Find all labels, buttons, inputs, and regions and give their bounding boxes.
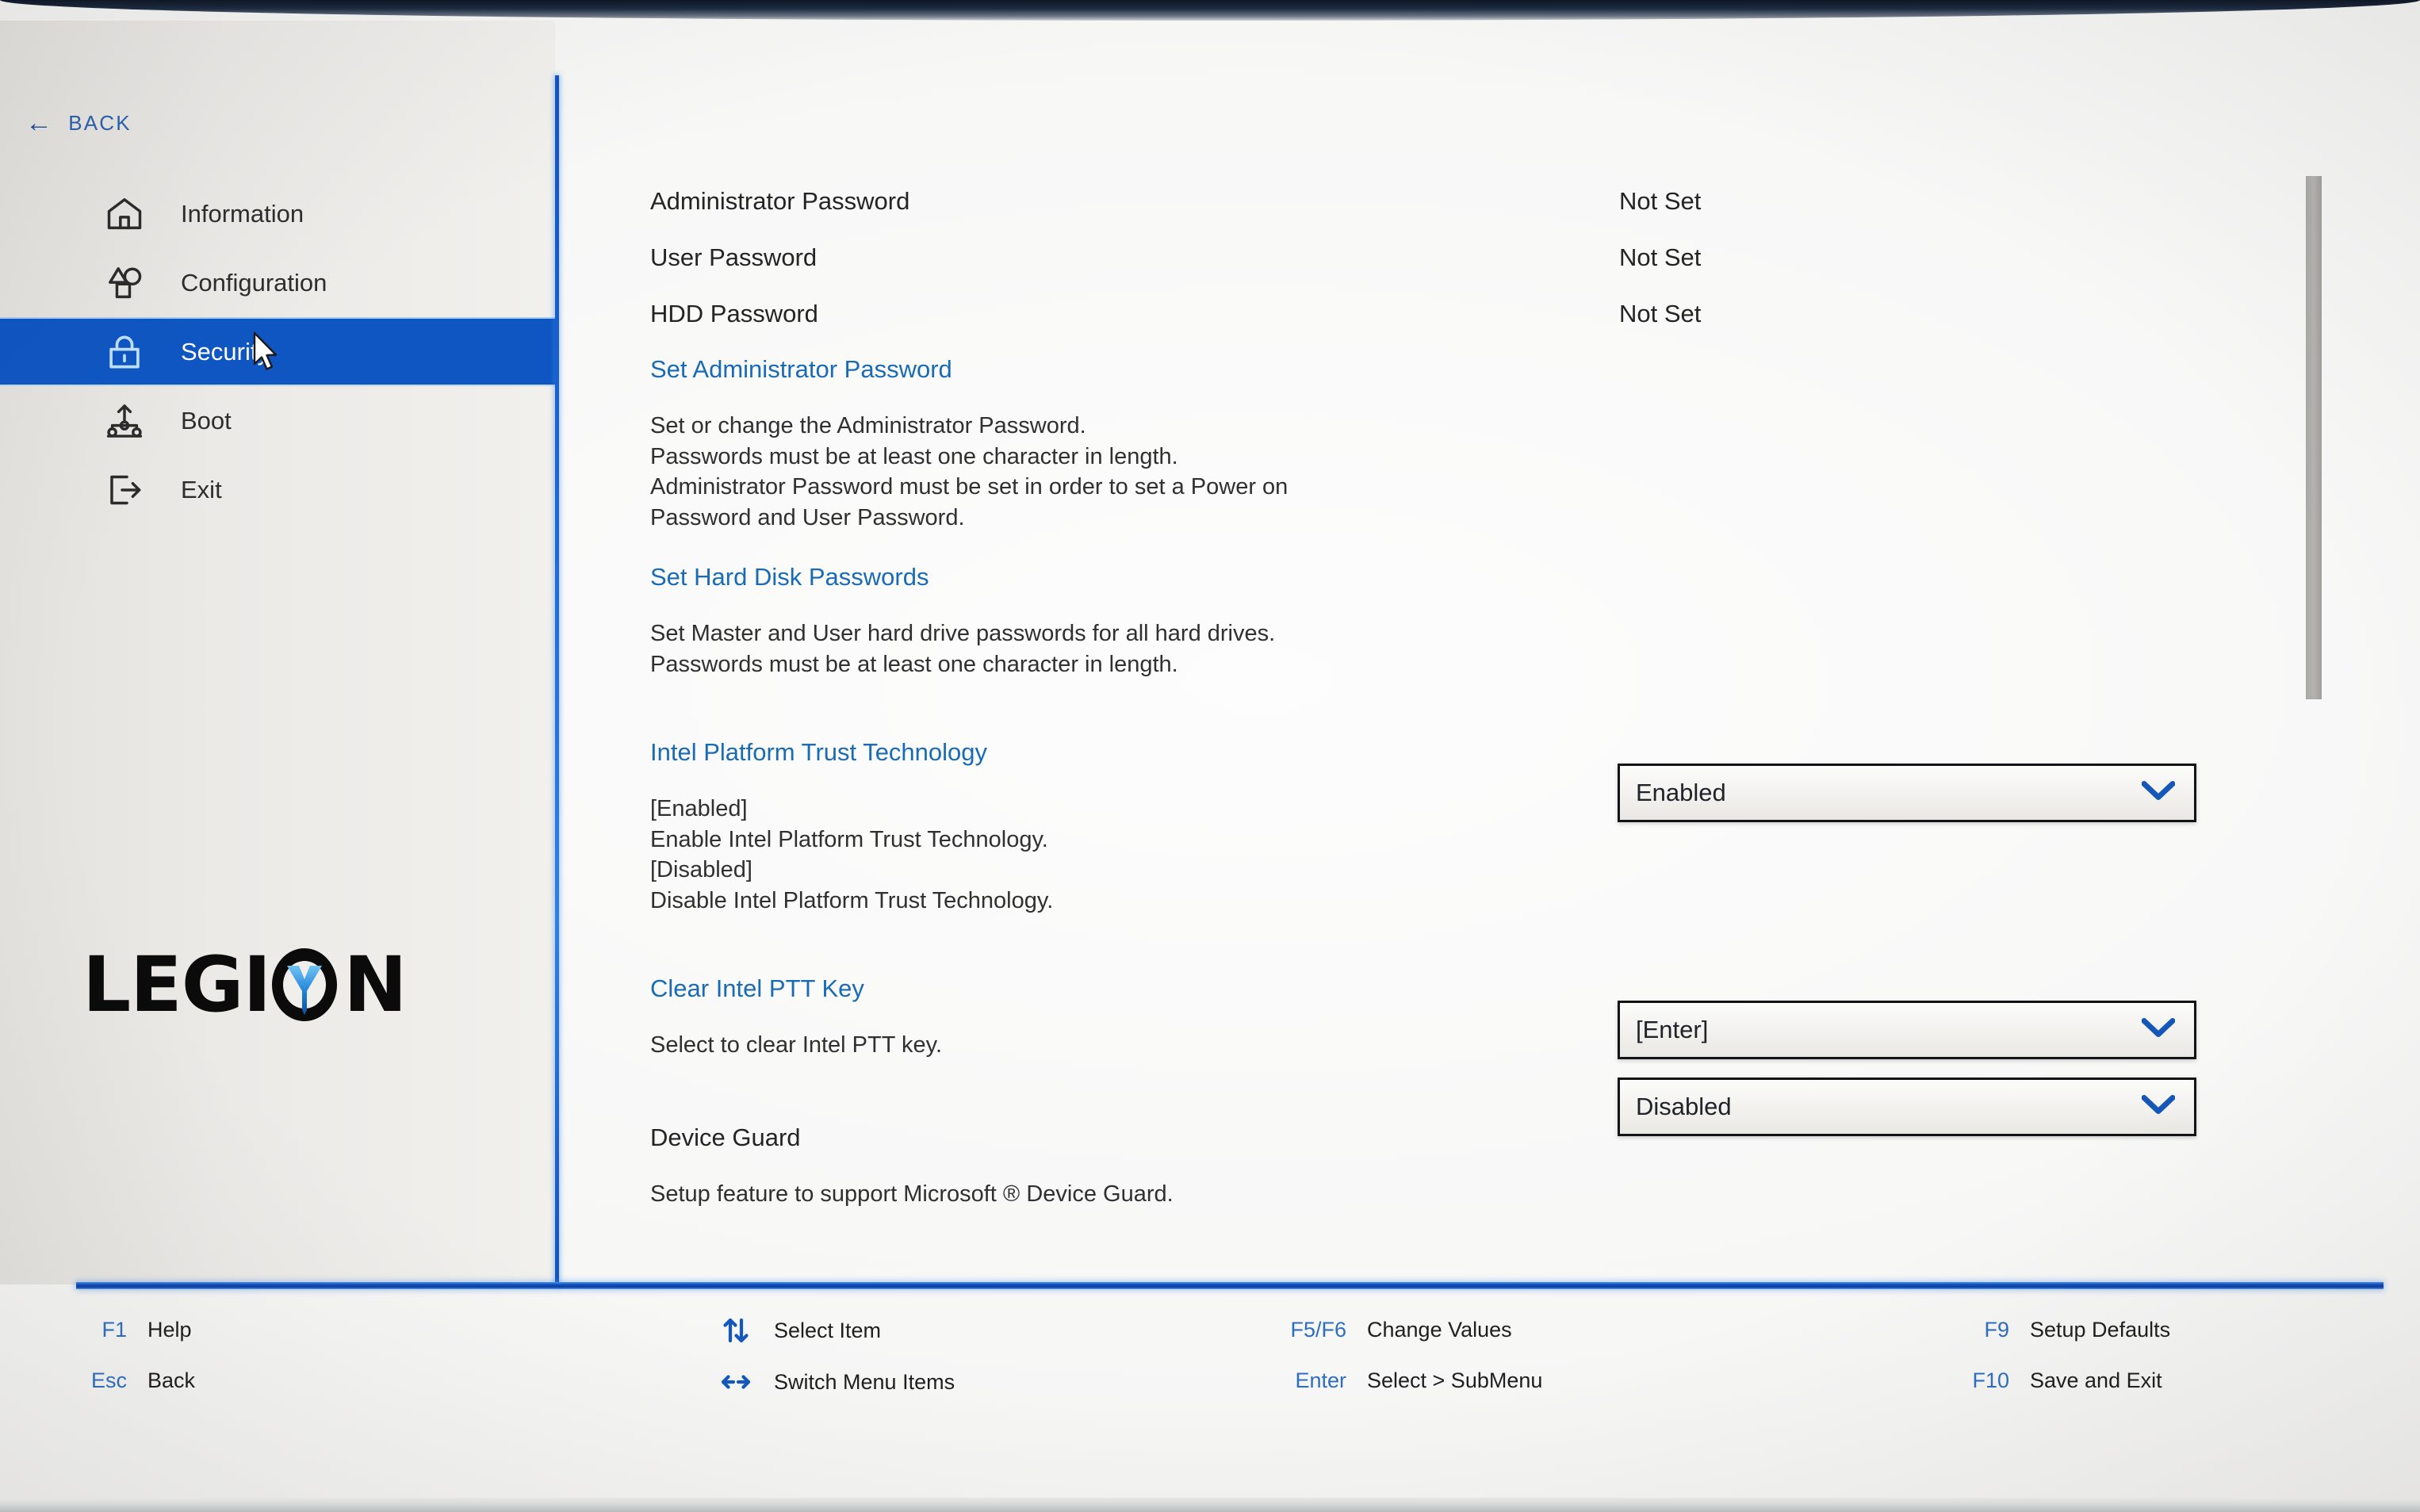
sidebar-item-label: Information <box>181 199 304 228</box>
shapes-icon <box>103 262 146 304</box>
setting-value: Not Set <box>1619 187 1702 215</box>
sidebar-item-configuration[interactable]: Configuration <box>0 248 555 317</box>
setting-device-guard[interactable]: Device Guard <box>650 1123 801 1152</box>
setting-set-hard-disk-passwords[interactable]: Set Hard Disk Passwords <box>650 563 929 591</box>
dropdown-value: Disabled <box>1636 1093 1732 1120</box>
legion-logo-emblem <box>270 947 343 1023</box>
setting-label: User Password <box>650 243 818 271</box>
shortcut-label: Select Item <box>774 1318 882 1342</box>
exit-icon <box>103 469 146 511</box>
shortcut-back: Esc Back <box>32 1368 195 1393</box>
setting-intel-platform-trust-technology[interactable]: Intel Platform Trust Technology <box>650 738 987 767</box>
dropdown-intel-platform-trust-technology[interactable]: Enabled <box>1618 764 2196 822</box>
shortcut-setup-defaults: F9 Setup Defaults <box>1914 1318 2170 1342</box>
sidebar-item-information[interactable]: Information <box>0 179 555 248</box>
back-arrow-icon: ← <box>25 108 55 138</box>
shortcut-key: F10 <box>1972 1368 2009 1392</box>
content-scrollbar-thumb[interactable] <box>2306 176 2322 699</box>
setting-value: Not Set <box>1619 243 1702 271</box>
mouse-cursor <box>253 331 278 370</box>
screen-bezel-top <box>0 0 2420 21</box>
setting-description-clear-intel-ptt-key: Select to clear Intel PTT key. <box>650 1032 943 1058</box>
back-label: BACK <box>68 110 132 135</box>
setting-title: Device Guard <box>650 1123 801 1151</box>
value-user-password: Not Set <box>1619 243 1701 272</box>
setting-set-administrator-password[interactable]: Set Administrator Password <box>650 355 952 384</box>
setting-title: Intel Platform Trust Technology <box>650 738 988 766</box>
setting-label: Administrator Password <box>650 187 910 215</box>
setting-description-set-hard-disk-passwords: Set Master and User hard drive passwords… <box>650 621 1276 677</box>
shortcut-label: Help <box>147 1318 192 1342</box>
shortcut-label: Change Values <box>1367 1318 1512 1342</box>
shortcut-key: Enter <box>1295 1368 1346 1392</box>
shortcut-select-submenu: Enter Select > SubMenu <box>1251 1368 1542 1393</box>
shortcut-switch-menu-items: Switch Menu Items <box>658 1366 955 1398</box>
shortcut-label: Select > SubMenu <box>1367 1368 1543 1392</box>
row-user-password: User Password <box>650 243 817 272</box>
shortcut-label: Back <box>147 1368 196 1392</box>
chevron-down-icon <box>2141 1018 2176 1043</box>
bios-setup-screen: ← BACK Information Configuration Securit… <box>0 0 2420 1512</box>
settings-panel: Administrator Password Not Set User Pass… <box>559 21 2420 1284</box>
setting-title: Set Administrator Password <box>650 355 952 383</box>
legion-logo-text-left: LEGI <box>82 940 271 1029</box>
setting-value: Not Set <box>1619 300 1702 327</box>
dropdown-clear-intel-ptt-key[interactable]: [Enter] <box>1618 1001 2196 1059</box>
shortcut-key: Esc <box>90 1368 127 1392</box>
value-hdd-password: Not Set <box>1619 300 1701 328</box>
setting-title: Set Hard Disk Passwords <box>650 563 929 591</box>
dropdown-value: Enabled <box>1636 779 1726 806</box>
legion-y-emblem-icon <box>287 966 323 1015</box>
legion-logo: LEGI N <box>82 940 408 1029</box>
legion-logo-text-right: N <box>343 940 407 1029</box>
shortcut-key: F9 <box>1984 1318 2009 1342</box>
shortcut-label: Save and Exit <box>2030 1368 2162 1392</box>
setting-description-intel-platform-trust-technology: [Enabled] Enable Intel Platform Trust Te… <box>650 796 1054 913</box>
row-hdd-password: HDD Password <box>650 300 818 328</box>
setting-description-device-guard: Setup feature to support Microsoft ® Dev… <box>650 1181 1174 1207</box>
shortcut-help: F1 Help <box>32 1318 192 1342</box>
shortcut-save-and-exit: F10 Save and Exit <box>1914 1368 2162 1393</box>
value-administrator-password: Not Set <box>1619 187 1701 216</box>
shortcut-label: Switch Menu Items <box>774 1369 955 1394</box>
setting-clear-intel-ptt-key[interactable]: Clear Intel PTT Key <box>650 974 864 1003</box>
dropdown-device-guard[interactable]: Disabled <box>1618 1078 2196 1136</box>
shortcut-key: F5/F6 <box>1290 1318 1346 1342</box>
sidebar-item-boot[interactable]: Boot <box>0 386 555 455</box>
left-right-arrows-icon <box>658 1366 753 1398</box>
chevron-down-icon <box>2141 781 2176 806</box>
sidebar-item-label: Configuration <box>181 268 327 297</box>
screen-bezel-bottom <box>0 1498 2420 1512</box>
footer-shortcuts-bar: F1 Help Esc Back Select Item Switch Menu… <box>0 1289 2420 1498</box>
setting-title: Clear Intel PTT Key <box>650 974 864 1002</box>
lock-icon <box>103 331 146 373</box>
sidebar-item-label: Exit <box>181 475 222 503</box>
setting-description-set-administrator-password: Set or change the Administrator Password… <box>650 413 1288 530</box>
shortcut-key: F1 <box>101 1318 127 1342</box>
chevron-down-icon <box>2141 1095 2176 1120</box>
row-administrator-password: Administrator Password <box>650 187 909 216</box>
setting-label: HDD Password <box>650 300 818 327</box>
shortcut-change-values: F5/F6 Change Values <box>1251 1318 1512 1342</box>
shortcut-label: Setup Defaults <box>2030 1318 2171 1342</box>
sidebar: ← BACK Information Configuration Securit… <box>0 21 555 1284</box>
home-icon <box>103 193 146 235</box>
footer-divider <box>76 1282 2384 1289</box>
boot-tree-icon <box>103 400 146 442</box>
up-down-arrows-icon <box>658 1315 753 1346</box>
back-button[interactable]: ← BACK <box>25 109 132 136</box>
sidebar-item-label: Boot <box>181 406 232 434</box>
shortcut-select-item: Select Item <box>658 1315 881 1346</box>
dropdown-value: [Enter] <box>1636 1016 1709 1043</box>
sidebar-item-exit[interactable]: Exit <box>0 455 555 524</box>
